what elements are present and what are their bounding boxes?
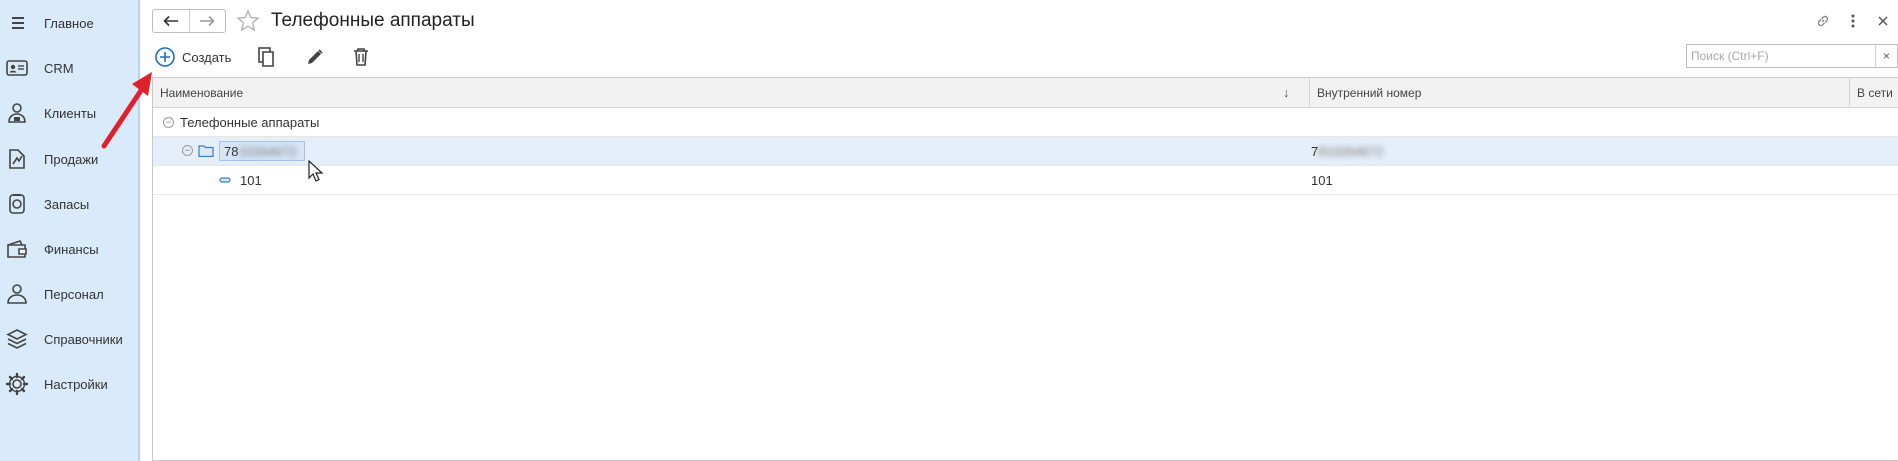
sidebar-item-stock[interactable]: Запасы — [0, 184, 138, 224]
id-card-icon — [4, 55, 30, 81]
trash-icon — [354, 48, 368, 66]
search-clear-button[interactable]: × — [1875, 45, 1897, 67]
command-bar: Создать × — [142, 40, 1898, 76]
arrow-left-icon — [163, 15, 178, 27]
stock-icon — [4, 191, 30, 217]
layers-icon — [4, 326, 30, 352]
title-bar: Телефонные аппараты — [142, 0, 1898, 40]
sidebar: Главное CRM Клиенты Продажи Запасы Финан… — [0, 0, 140, 461]
sales-icon — [4, 146, 30, 172]
sidebar-item-reference[interactable]: Справочники — [0, 319, 138, 359]
delete-button[interactable] — [348, 44, 374, 70]
more-vertical-icon — [1851, 14, 1855, 28]
menu-icon — [4, 10, 30, 36]
staff-icon — [4, 281, 30, 307]
sidebar-item-label: Финансы — [44, 241, 99, 257]
plus-circle-icon — [155, 47, 175, 67]
link-button[interactable] — [1808, 10, 1838, 32]
gear-icon — [4, 371, 30, 397]
sidebar-item-clients[interactable]: Клиенты — [0, 93, 138, 133]
link-icon — [1817, 15, 1829, 27]
table-row-group[interactable]: − Телефонные аппараты — [153, 108, 1898, 137]
favorite-star-icon[interactable] — [235, 8, 261, 34]
sidebar-item-label: Персонал — [44, 286, 104, 302]
close-button[interactable] — [1868, 10, 1898, 32]
phones-table: Наименование ↓ Внутренний номер В сети −… — [152, 77, 1898, 461]
sidebar-item-label: Клиенты — [44, 105, 97, 121]
sidebar-item-label: Справочники — [44, 331, 123, 347]
table-header: Наименование ↓ Внутренний номер В сети — [153, 78, 1898, 108]
sidebar-item-label: CRM — [44, 60, 74, 76]
column-header-online[interactable]: В сети — [1850, 78, 1898, 107]
row-name: Телефонные аппараты — [180, 115, 320, 130]
sidebar-item-finance[interactable]: Финансы — [0, 229, 138, 269]
sidebar-item-label: Настройки — [44, 376, 108, 392]
forward-button[interactable] — [188, 10, 225, 32]
collapse-icon[interactable]: − — [182, 145, 193, 156]
client-icon — [4, 100, 30, 126]
copy-icon — [258, 47, 274, 67]
edit-button[interactable] — [302, 44, 328, 70]
blurred-text: 10264672 — [238, 144, 297, 159]
more-button[interactable] — [1838, 10, 1868, 32]
column-header-extension[interactable]: Внутренний номер — [1310, 78, 1850, 107]
row-name: 7810264672 — [224, 144, 297, 159]
table-row-item[interactable]: 101 101 — [153, 166, 1898, 195]
arrow-right-icon — [200, 15, 216, 27]
page-title: Телефонные аппараты — [271, 10, 475, 31]
sidebar-item-label: Главное — [44, 15, 94, 31]
row-extension: 101 — [1311, 173, 1333, 188]
column-header-name[interactable]: Наименование — [153, 78, 1309, 107]
back-button[interactable] — [153, 10, 189, 32]
pencil-icon — [308, 49, 323, 64]
column-divider[interactable] — [1849, 78, 1850, 107]
row-name: 101 — [240, 173, 262, 188]
sidebar-item-settings[interactable]: Настройки — [0, 364, 138, 404]
sort-descending-icon: ↓ — [1283, 85, 1290, 100]
navigation-buttons — [152, 9, 226, 33]
column-divider[interactable] — [1309, 78, 1310, 107]
sidebar-item-main[interactable]: Главное — [0, 3, 138, 43]
create-button[interactable]: Создать — [154, 44, 231, 70]
copy-button[interactable] — [254, 44, 280, 70]
wallet-icon — [4, 236, 30, 262]
sidebar-item-sales[interactable]: Продажи — [0, 139, 138, 179]
element-icon — [219, 177, 231, 183]
window-controls — [1808, 10, 1898, 32]
sidebar-item-crm[interactable]: CRM — [0, 48, 138, 88]
main-panel: Телефонные аппараты Создать Поиск (Ctrl+… — [142, 0, 1898, 461]
row-extension: 7810264672 — [1311, 144, 1384, 159]
sidebar-item-staff[interactable]: Персонал — [0, 274, 138, 314]
collapse-icon[interactable]: − — [163, 117, 174, 128]
sidebar-item-label: Продажи — [44, 151, 99, 167]
sidebar-item-label: Запасы — [44, 196, 90, 212]
blurred-text: 810264672 — [1318, 144, 1384, 159]
app-window: Главное CRM Клиенты Продажи Запасы Финан… — [0, 0, 1898, 461]
create-button-label: Создать — [182, 49, 232, 65]
table-row-folder[interactable]: − 7810264672 7810264672 — [153, 137, 1898, 166]
close-icon — [1878, 16, 1888, 26]
folder-icon — [198, 145, 214, 157]
search-input[interactable] — [1687, 45, 1875, 67]
search-box: × — [1686, 44, 1898, 68]
